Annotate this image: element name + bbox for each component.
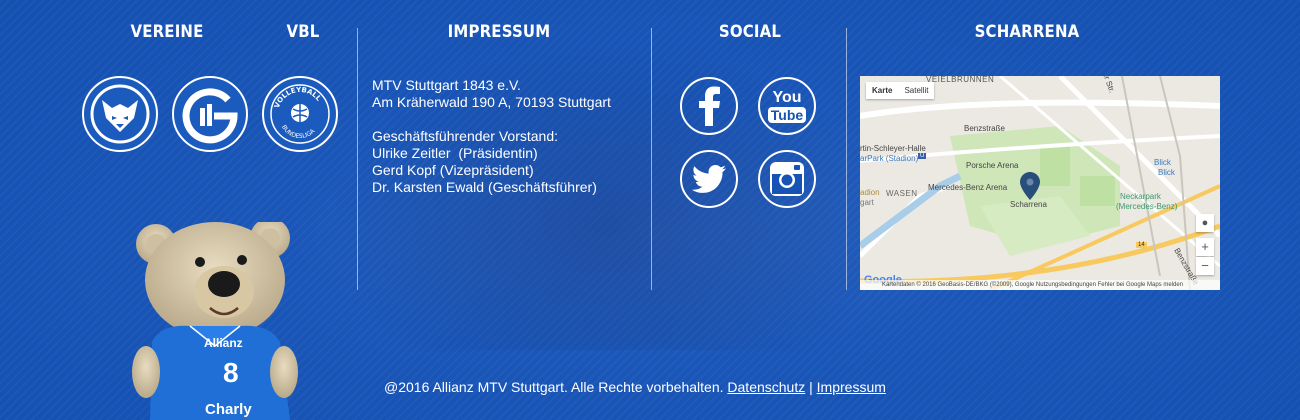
map-label: WASEN — [886, 189, 918, 198]
board-member: Gerd Kopf (Vizepräsident) — [372, 162, 534, 178]
column-divider — [846, 28, 847, 290]
twitter-link[interactable] — [680, 150, 738, 208]
facebook-icon — [699, 86, 720, 126]
map-label: arPark (Stadion) — [860, 154, 919, 163]
column-title-vbl: VBL — [286, 22, 320, 42]
club-logo-g-link[interactable] — [172, 76, 248, 152]
club-address: Am Kräherwald 190 A, 70193 Stuttgart — [372, 94, 611, 110]
map-label: Blick — [1158, 168, 1175, 177]
youtube-link[interactable]: You Tube — [758, 77, 816, 135]
map-label: adion — [860, 188, 880, 197]
street-view-pegman-icon[interactable]: ● — [1196, 214, 1214, 232]
mascot-shirt-number: 8 — [223, 357, 239, 388]
map-type-tabs: Karte Satellit — [866, 82, 935, 99]
mascot-bear-charly: Allianz 8 Charly — [132, 222, 298, 420]
youtube-icon-top: You — [772, 88, 802, 106]
subway-icon: U — [918, 153, 927, 159]
club-name: MTV Stuttgart 1843 e.V. — [372, 77, 521, 93]
twitter-icon — [692, 165, 726, 193]
column-title-scharrena: SCHARRENA — [974, 22, 1080, 42]
column-divider — [357, 28, 358, 290]
map-label: rtin-Schleyer-Halle — [860, 144, 926, 153]
map-label: Mercedes-Benz Arena — [928, 183, 1008, 192]
mascot-shirt-brand: Allianz — [204, 336, 243, 350]
instagram-link[interactable] — [758, 150, 816, 208]
column-divider — [651, 28, 652, 290]
board-member: Ulrike Zeitler (Präsidentin) — [372, 145, 538, 161]
map-label: 14 — [1136, 242, 1147, 248]
instagram-icon — [770, 162, 804, 196]
map-tab-karte[interactable]: Karte — [866, 82, 898, 99]
g-monogram-icon — [182, 88, 238, 144]
column-title-vereine: VEREINE — [130, 22, 204, 42]
map-label: (Mercedes-Benz) — [1116, 202, 1178, 211]
map-label: Blick — [1154, 158, 1171, 167]
datenschutz-link[interactable]: Datenschutz — [727, 379, 805, 395]
zoom-in-button[interactable]: + — [1196, 238, 1214, 256]
footer-separator: | — [809, 379, 813, 395]
map-label: Benzstraße — [964, 124, 1005, 133]
club-logo-mtv-link[interactable] — [82, 76, 158, 152]
map-pin-icon[interactable] — [1020, 172, 1040, 200]
zoom-out-button[interactable]: − — [1196, 257, 1214, 275]
scharrena-map[interactable]: Karte Satellit VEIELBRUNNEN er Str. Benz… — [860, 76, 1220, 290]
wolf-icon — [90, 84, 150, 144]
map-label: gart — [860, 198, 874, 207]
svg-text:BUNDESLIGA: BUNDESLIGA — [280, 124, 317, 140]
footer-copyright-line: @2016 Allianz MTV Stuttgart. Alle Rechte… — [384, 379, 886, 395]
youtube-icon-bottom: Tube — [767, 106, 807, 123]
facebook-link[interactable] — [680, 77, 738, 135]
board-heading: Geschäftsführender Vorstand: — [372, 128, 558, 144]
column-title-social: SOCIAL — [718, 22, 782, 42]
map-canvas — [860, 76, 1220, 290]
map-label: Neckarpark — [1120, 192, 1161, 201]
map-label: Porsche Arena — [966, 161, 1019, 170]
map-tab-satellit[interactable]: Satellit — [898, 82, 934, 99]
volleyball-bundesliga-icon: VOLLEYBALL BUNDESLIGA — [270, 84, 330, 144]
vbl-logo-bottom-text: BUNDESLIGA — [280, 124, 317, 140]
map-attribution: Kartendaten © 2016 GeoBasis-DE/BKG (©200… — [860, 280, 1220, 290]
map-label: Scharrena — [1010, 200, 1047, 209]
vbl-logo-link[interactable]: VOLLEYBALL BUNDESLIGA — [262, 76, 338, 152]
board-member: Dr. Karsten Ewald (Geschäftsführer) — [372, 179, 597, 195]
impressum-block: MTV Stuttgart 1843 e.V. Am Kräherwald 19… — [372, 77, 611, 196]
mascot-shirt-name: Charly — [205, 401, 252, 418]
copyright-text: @2016 Allianz MTV Stuttgart. Alle Rechte… — [384, 379, 724, 395]
map-label: VEIELBRUNNEN — [926, 76, 995, 84]
column-title-impressum: IMPRESSUM — [447, 22, 551, 42]
impressum-link[interactable]: Impressum — [817, 379, 886, 395]
